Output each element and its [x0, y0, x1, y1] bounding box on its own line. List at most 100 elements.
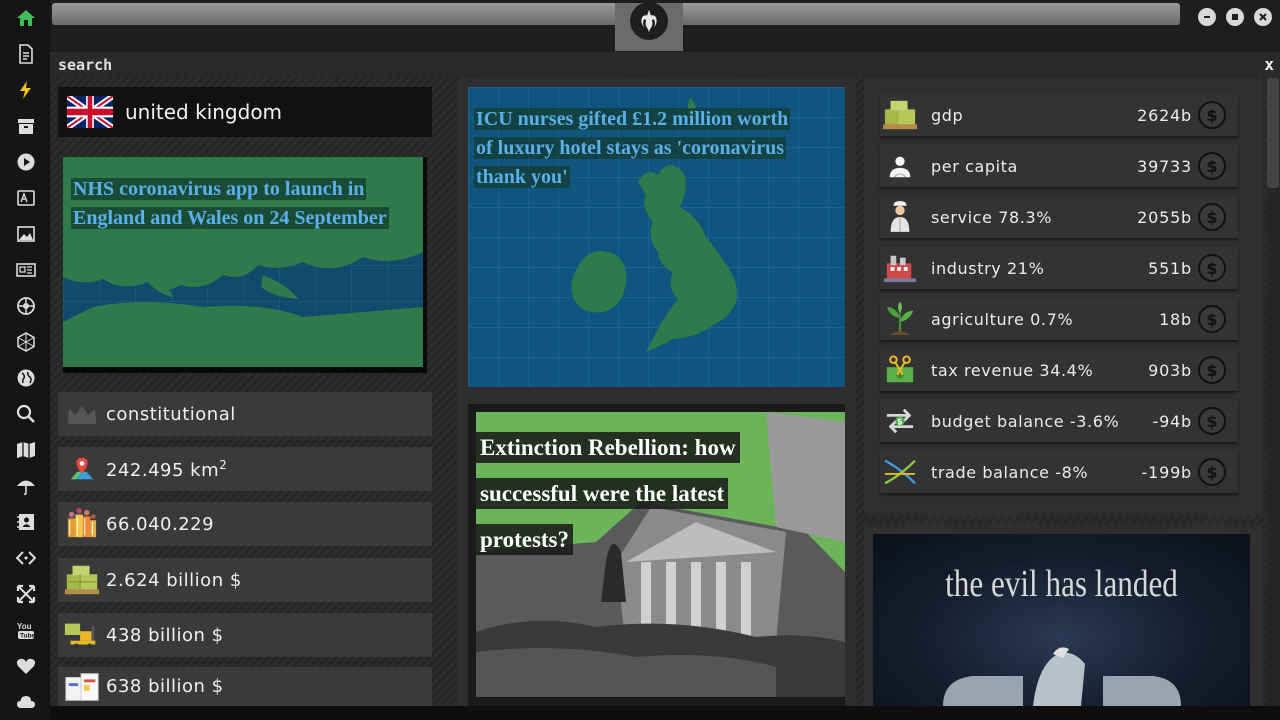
- minimize-button[interactable]: [1198, 8, 1216, 26]
- maximize-button[interactable]: [1226, 8, 1244, 26]
- code-link-icon[interactable]: [13, 545, 39, 571]
- population-value: 66.040.229: [106, 513, 215, 535]
- search-label[interactable]: search: [58, 56, 112, 74]
- forklift-money-icon: [62, 615, 102, 655]
- country-header[interactable]: united kingdom: [58, 87, 432, 137]
- stat-value-5: 438 billion $: [106, 624, 224, 646]
- translate-icon[interactable]: [13, 185, 39, 211]
- news-card-nhs-app[interactable]: NHS coronavirus app to launch in England…: [63, 157, 427, 373]
- econ-row-service[interactable]: service 78.3% 2055b $: [880, 196, 1238, 238]
- area-value: 242.495 km2: [106, 457, 228, 481]
- lightning-icon[interactable]: [13, 77, 39, 103]
- population-card[interactable]: 66.040.229: [58, 502, 432, 546]
- dollar-icon[interactable]: $: [1198, 203, 1226, 231]
- econ-label: budget balance -3.6%: [931, 411, 1120, 431]
- plant-icon: [880, 299, 920, 339]
- crown-icon: [62, 394, 102, 434]
- home-icon[interactable]: [13, 5, 39, 31]
- dollar-icon[interactable]: $: [1198, 458, 1226, 486]
- dollar-icon[interactable]: $: [1198, 101, 1226, 129]
- search-bar[interactable]: search x: [50, 52, 1280, 76]
- dollar-icon[interactable]: $: [1198, 305, 1226, 333]
- news-headline-xr[interactable]: Extinction Rebellion: how successful wer…: [476, 425, 776, 563]
- budget-arrows-icon: $: [880, 401, 920, 441]
- people-group-icon: [62, 504, 102, 544]
- rebel-emblem-icon[interactable]: [13, 293, 39, 319]
- shipping-boxes-icon: [62, 667, 102, 707]
- money-pallet-icon: [62, 560, 102, 600]
- gdp-total: 2.624 billion $: [106, 569, 242, 591]
- stat-value-6: 638 billion $: [106, 676, 224, 697]
- cloud-icon[interactable]: [13, 689, 39, 715]
- econ-value: 2055b: [1137, 207, 1192, 227]
- newspaper-icon[interactable]: [13, 257, 39, 283]
- europe-map-image: NHS coronavirus app to launch in England…: [63, 157, 423, 367]
- econ-row-tax-revenue[interactable]: tax revenue 34.4% 903b $: [880, 349, 1238, 391]
- promo-card[interactable]: the evil has landed: [873, 534, 1250, 706]
- econ-label: per capita: [931, 156, 1018, 176]
- play-icon[interactable]: [13, 149, 39, 175]
- person-icon: [880, 146, 920, 186]
- hexagon-network-icon[interactable]: [13, 329, 39, 355]
- svg-text:$: $: [897, 416, 902, 426]
- area-card[interactable]: 242.495 km2: [58, 447, 432, 491]
- svg-text:Tube: Tube: [20, 633, 35, 640]
- image-icon[interactable]: [13, 221, 39, 247]
- news-headline-icu: ICU nurses gifted £1.2 million worth of …: [474, 108, 791, 188]
- waiter-icon: [880, 197, 920, 237]
- eagle-emblem-image: [943, 647, 1181, 706]
- econ-value: -94b: [1152, 411, 1192, 431]
- econ-value: -199b: [1141, 462, 1192, 482]
- econ-value: 2624b: [1137, 105, 1192, 125]
- econ-row-trade-balance[interactable]: trade balance -8% -199b $: [880, 451, 1238, 493]
- app-window: You Tube search x united kingdom NHS cor…: [0, 0, 1280, 720]
- contact-card-icon[interactable]: [13, 509, 39, 535]
- econ-label: service 78.3%: [931, 207, 1053, 227]
- tax-scissors-icon: [880, 350, 920, 390]
- gdp-card[interactable]: 2.624 billion $: [58, 558, 432, 602]
- factory-icon: [880, 248, 920, 288]
- dollar-icon[interactable]: $: [1198, 407, 1226, 435]
- archive-icon[interactable]: [13, 113, 39, 139]
- dollar-icon[interactable]: $: [1198, 356, 1226, 384]
- econ-row-gdp[interactable]: gdp 2624b $: [880, 94, 1238, 136]
- scrollbar-thumb[interactable]: [1267, 78, 1279, 188]
- map-pin-icon: [62, 449, 102, 489]
- umbrella-icon[interactable]: [13, 473, 39, 499]
- news-card-icu-nurses[interactable]: ICU nurses gifted £1.2 million worth of …: [468, 87, 845, 387]
- dollar-icon[interactable]: $: [1198, 254, 1226, 282]
- bottom-bar: [50, 706, 1280, 720]
- government-type-card[interactable]: constitutional: [58, 392, 432, 436]
- close-window-button[interactable]: [1254, 8, 1272, 26]
- heart-icon[interactable]: [13, 653, 39, 679]
- expand-arrows-icon[interactable]: [13, 581, 39, 607]
- econ-value: 903b: [1148, 360, 1192, 380]
- search-close-button[interactable]: x: [1264, 55, 1274, 74]
- rebel-logo-tab[interactable]: [615, 2, 683, 51]
- money-pallet-icon: [880, 95, 920, 135]
- globe-icon[interactable]: [13, 365, 39, 391]
- econ-row-budget-balance[interactable]: $ budget balance -3.6% -94b $: [880, 400, 1238, 442]
- title-bar: [50, 0, 1280, 52]
- youtube-icon[interactable]: You Tube: [13, 617, 39, 643]
- econ-label: agriculture 0.7%: [931, 309, 1074, 329]
- econ-label: tax revenue 34.4%: [931, 360, 1094, 380]
- map-icon[interactable]: [13, 437, 39, 463]
- news-headline-nhs: NHS coronavirus app to launch in England…: [71, 178, 389, 229]
- econ-label: trade balance -8%: [931, 462, 1089, 482]
- search-icon[interactable]: [13, 401, 39, 427]
- econ-row-agriculture[interactable]: agriculture 0.7% 18b $: [880, 298, 1238, 340]
- boxes-stat-card[interactable]: 638 billion $: [58, 667, 432, 706]
- forklift-stat-card[interactable]: 438 billion $: [58, 613, 432, 657]
- econ-row-industry[interactable]: industry 21% 551b $: [880, 247, 1238, 289]
- trade-cross-icon: [880, 452, 920, 492]
- government-type: constitutional: [106, 403, 236, 425]
- econ-value: 551b: [1148, 258, 1192, 278]
- dollar-icon[interactable]: $: [1198, 152, 1226, 180]
- country-name: united kingdom: [125, 100, 283, 124]
- rebel-alliance-icon: [630, 2, 668, 40]
- econ-label: industry 21%: [931, 258, 1045, 278]
- econ-value: 39733: [1137, 156, 1192, 176]
- econ-row-per-capita[interactable]: per capita 39733 $: [880, 145, 1238, 187]
- document-icon[interactable]: [13, 41, 39, 67]
